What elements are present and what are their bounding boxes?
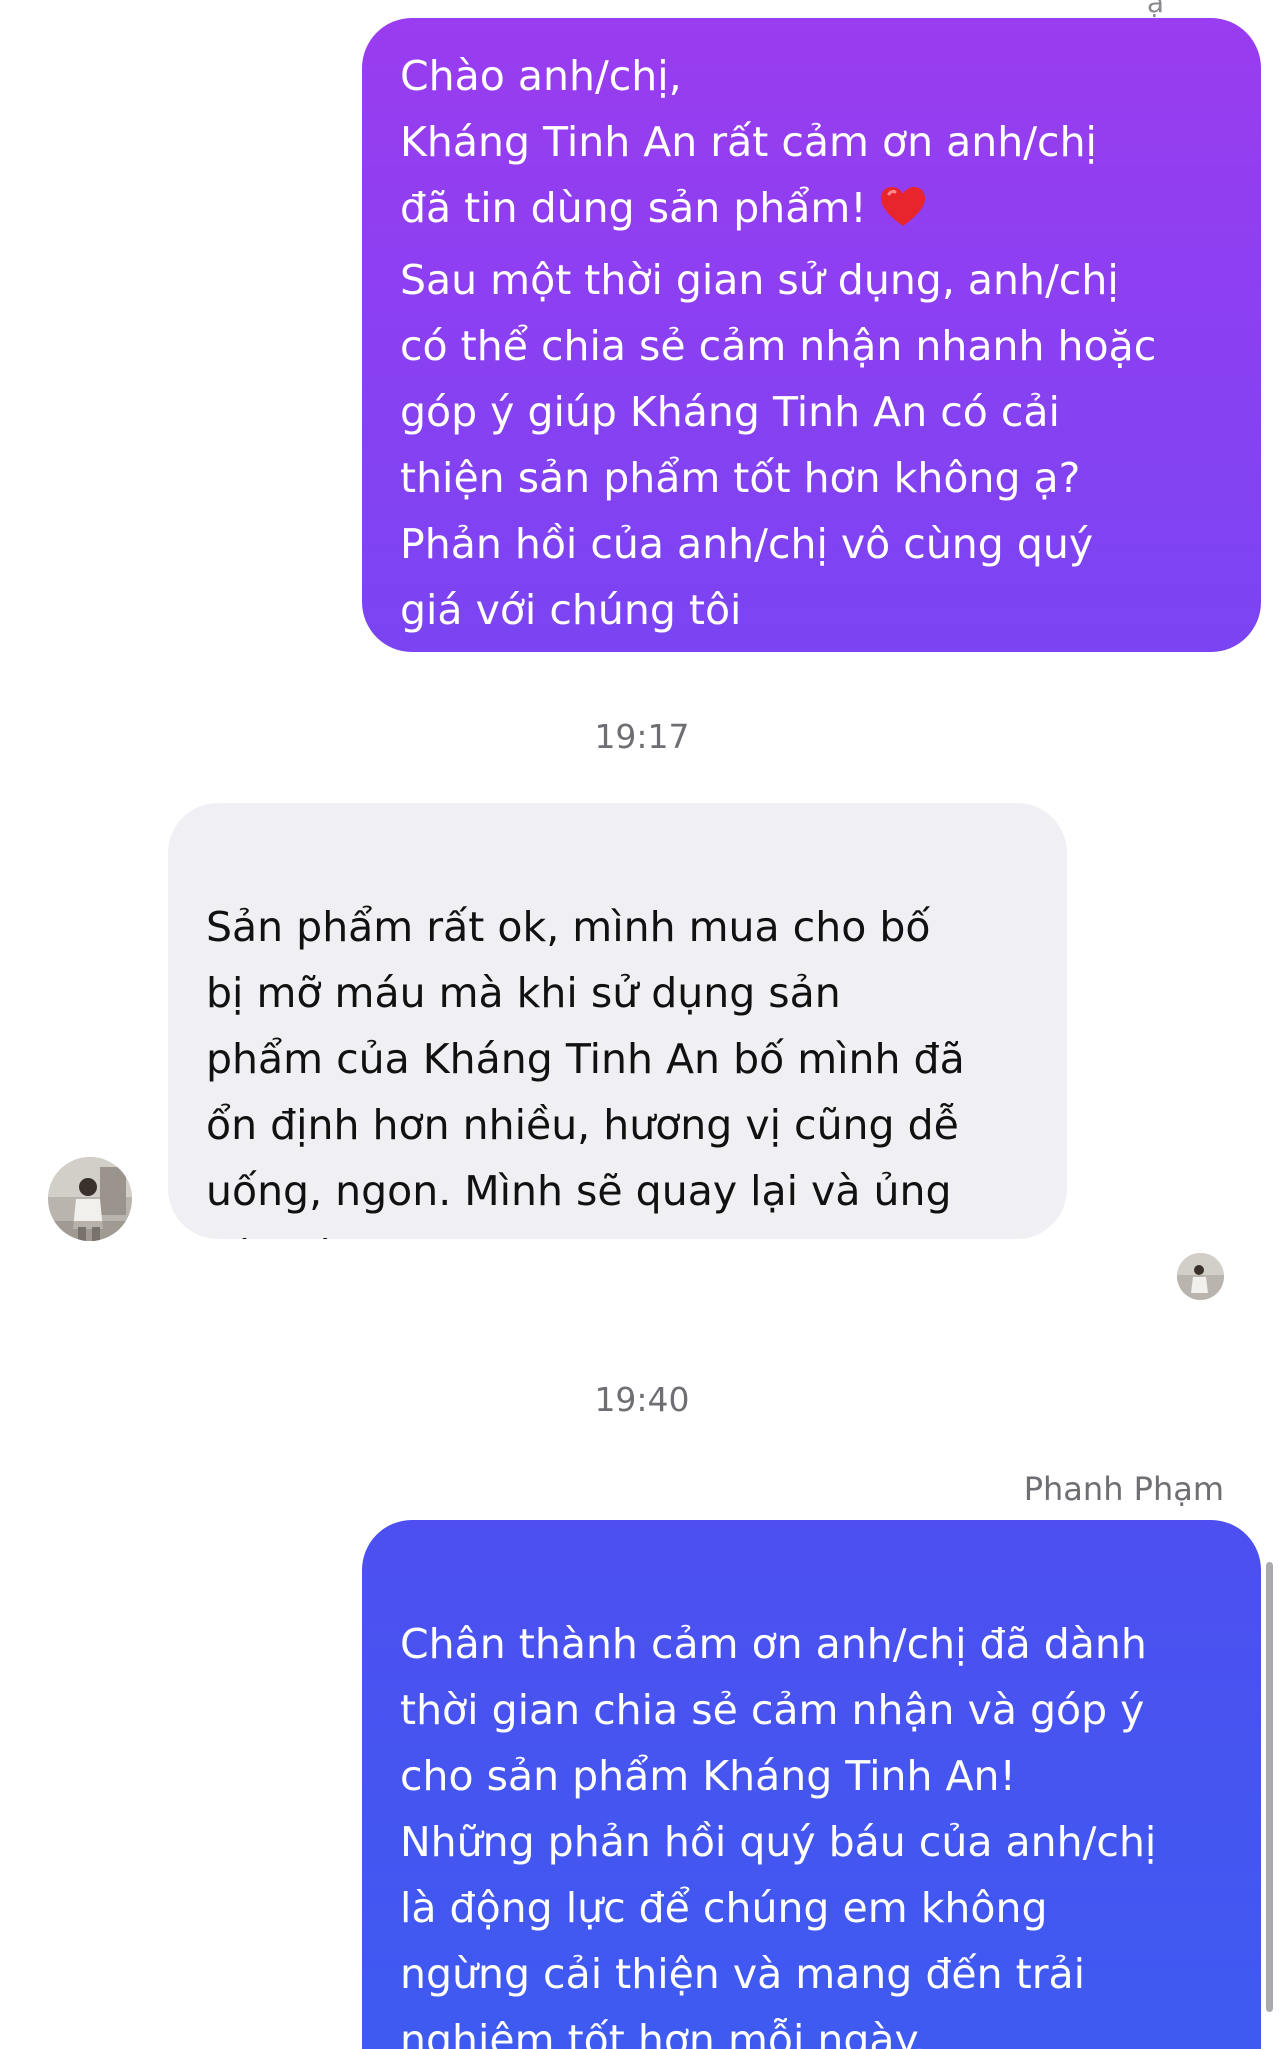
message-timestamp: 19:17 <box>594 717 690 756</box>
message-text: Sản phẩm rất ok, mình mua cho bố bị mỡ m… <box>206 903 965 1239</box>
message-timestamp: 19:40 <box>594 1380 690 1419</box>
red-heart-icon <box>880 181 926 247</box>
chat-thread[interactable]: ạ Chào anh/chị, Kháng Tinh An rất cảm ơn… <box>0 0 1284 2049</box>
sender-name: Phanh Phạm <box>1023 1470 1224 1508</box>
seen-avatar-icon <box>1177 1253 1224 1300</box>
outgoing-message-bubble[interactable]: Chào anh/chị, Kháng Tinh An rất cảm ơn a… <box>362 18 1261 652</box>
contact-avatar-icon[interactable] <box>48 1157 132 1241</box>
incoming-message-bubble[interactable]: Sản phẩm rất ok, mình mua cho bố bị mỡ m… <box>168 803 1067 1239</box>
message-text: Chào anh/chị, Kháng Tinh An rất cảm ơn a… <box>400 52 1097 232</box>
message-text: Chân thành cảm ơn anh/chị đã dành thời g… <box>400 1620 1157 2049</box>
message-text: Sau một thời gian sử dụng, anh/chị có th… <box>400 256 1157 634</box>
scrollbar[interactable] <box>1266 1562 1273 2012</box>
previous-message-fragment: ạ <box>1146 0 1164 19</box>
outgoing-message-bubble[interactable]: Chân thành cảm ơn anh/chị đã dành thời g… <box>362 1520 1261 2049</box>
